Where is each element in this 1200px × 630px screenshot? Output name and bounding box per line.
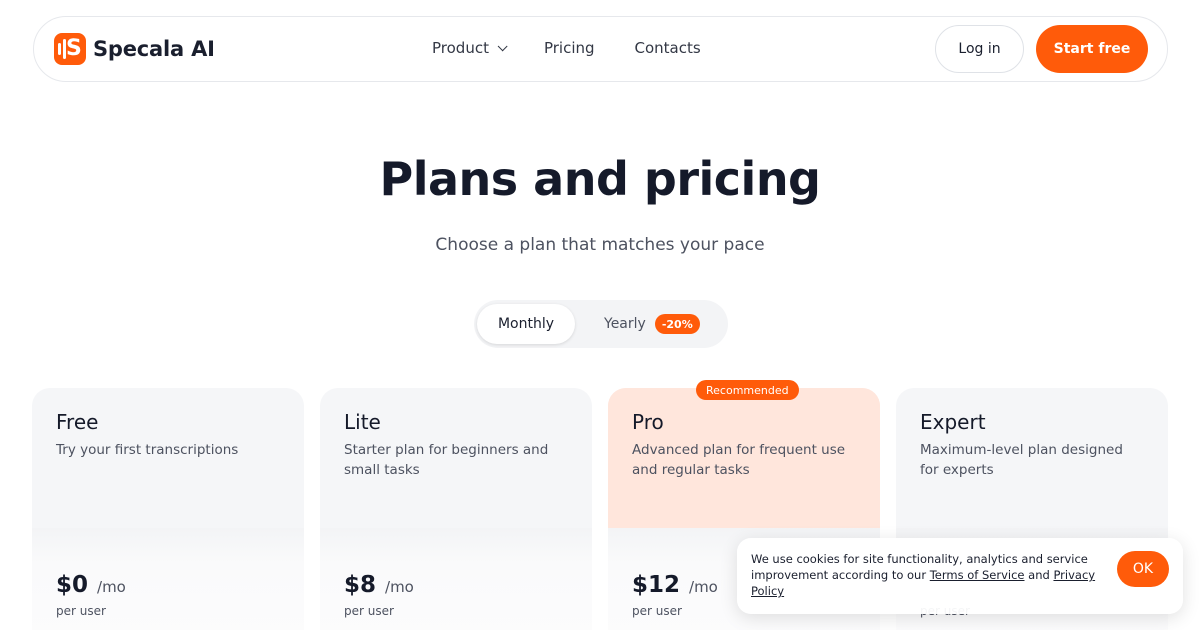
nav-item-label: Pricing xyxy=(543,39,595,57)
nav-item-product[interactable]: Product xyxy=(432,39,508,57)
brand-logo[interactable]: S Specala AI xyxy=(54,33,215,65)
site-header: S Specala AI Product Pricing Contacts Lo… xyxy=(33,16,1168,82)
plan-name: Lite xyxy=(344,410,381,434)
cookie-banner: We use cookies for site functionality, a… xyxy=(737,538,1183,614)
terms-of-service-link[interactable]: Terms of Service xyxy=(930,568,1025,582)
plan-price: $8 /mo xyxy=(344,572,414,598)
specala-logo-icon: S xyxy=(54,33,86,65)
price-unit: per user xyxy=(344,604,394,618)
plan-description: Starter plan for beginners and small tas… xyxy=(344,442,549,478)
price-period: /mo xyxy=(385,578,414,596)
billing-toggle: Monthly Yearly -20% xyxy=(474,300,728,348)
plan-price: $0 /mo xyxy=(56,572,126,598)
toggle-yearly-label: Yearly xyxy=(604,316,646,332)
page-subtitle: Choose a plan that matches your pace xyxy=(435,235,765,255)
price-period: /mo xyxy=(689,578,718,596)
plan-description: Try your first transcriptions xyxy=(56,442,239,458)
price-period: /mo xyxy=(97,578,126,596)
login-button[interactable]: Log in xyxy=(935,25,1024,73)
page-title: Plans and pricing xyxy=(379,152,822,206)
price-amount: $12 xyxy=(632,572,681,598)
cookie-ok-button[interactable]: OK xyxy=(1117,551,1169,587)
price-amount: $0 xyxy=(56,572,89,598)
toggle-monthly[interactable]: Monthly xyxy=(477,304,575,344)
nav-item-label: Contacts xyxy=(634,39,701,57)
brand-name: Specala AI xyxy=(93,37,215,61)
discount-badge: -20% xyxy=(654,314,700,334)
recommended-badge: Recommended xyxy=(696,380,799,400)
plan-name: Expert xyxy=(920,410,986,434)
nav-item-label: Product xyxy=(432,39,489,57)
price-unit: per user xyxy=(632,604,682,618)
plan-description: Advanced plan for frequent use and regul… xyxy=(632,442,846,478)
nav-item-pricing[interactable]: Pricing xyxy=(544,39,595,57)
plan-name: Pro xyxy=(632,410,664,434)
toggle-yearly[interactable]: Yearly -20% xyxy=(604,304,700,344)
price-amount: $8 xyxy=(344,572,377,598)
plan-description: Maximum-level plan designed for experts xyxy=(920,442,1123,478)
cookie-text: We use cookies for site functionality, a… xyxy=(751,551,1101,599)
price-unit: per user xyxy=(56,604,106,618)
plan-card-lite[interactable]: Lite Starter plan for beginners and smal… xyxy=(320,388,592,630)
cookie-conjunction: and xyxy=(1024,568,1054,582)
chevron-down-icon xyxy=(497,40,508,51)
start-free-button[interactable]: Start free xyxy=(1036,25,1148,73)
plan-card-free[interactable]: Free Try your first transcriptions $0 /m… xyxy=(32,388,304,630)
plan-name: Free xyxy=(56,410,99,434)
nav-item-contacts[interactable]: Contacts xyxy=(635,39,701,57)
main-nav: Product Pricing Contacts xyxy=(432,39,701,57)
plan-price: $12 /mo xyxy=(632,572,718,598)
